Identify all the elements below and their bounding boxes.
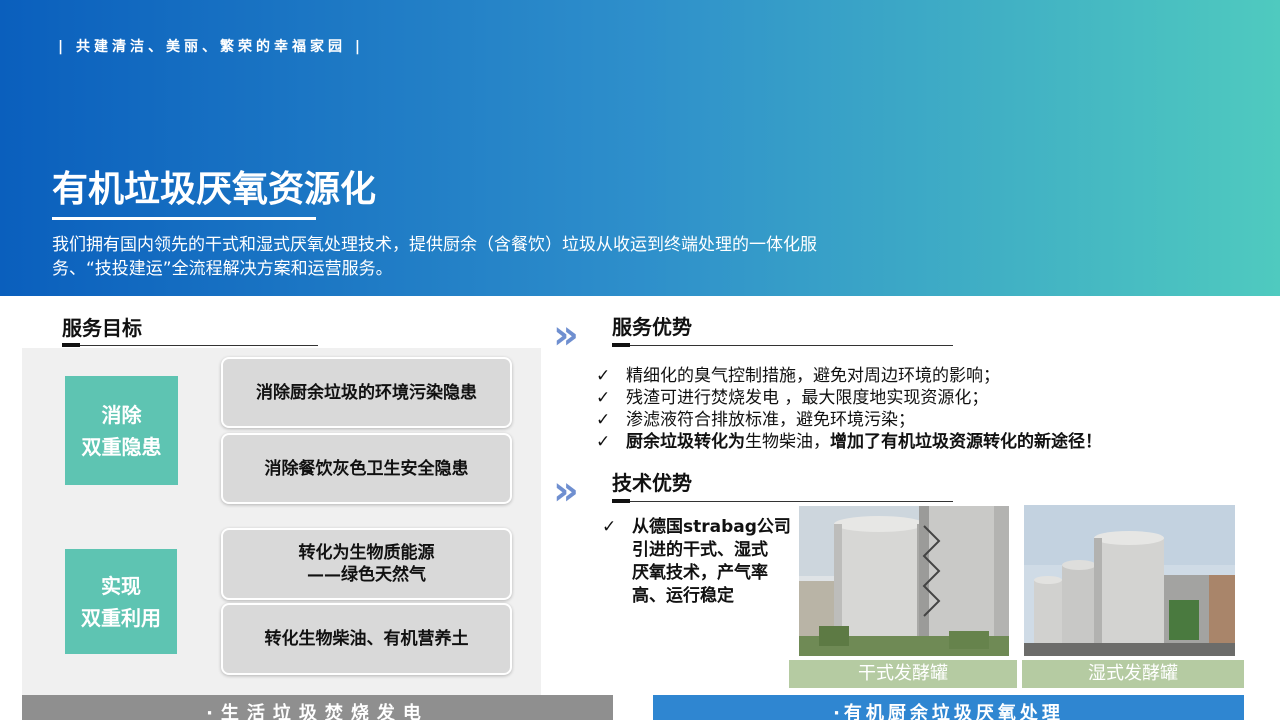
list-item-text: 渗滤液符合排放标准，避免环境污染； bbox=[626, 410, 915, 430]
goal-tag-line: 实现 bbox=[101, 573, 141, 598]
check-icon: ✓ bbox=[596, 410, 611, 430]
tech-line: 引进的干式、湿式 bbox=[632, 540, 768, 560]
page-description: 我们拥有国内领先的干式和湿式厌氧处理技术，提供厨余（含餐饮）垃圾从收运到终端处理… bbox=[52, 235, 817, 279]
tech-line: 从德国strabag公司 bbox=[632, 517, 791, 537]
service-advantages-heading: 服务优势 bbox=[612, 315, 692, 339]
list-item-text: 生物柴油， bbox=[745, 432, 830, 452]
goal-item-catering: 消除餐饮灰色卫生安全隐患 bbox=[221, 433, 512, 504]
service-goals-heading: 服务目标 bbox=[62, 316, 142, 340]
service-advantages-list: ✓ 精细化的臭气控制措施，避免对周边环境的影响； ✓ 残渣可进行焚烧发电 ，最大限度… bbox=[596, 365, 1102, 453]
list-item: ✓ 精细化的臭气控制措施，避免对周边环境的影响； bbox=[596, 365, 1102, 387]
list-item-text-bold: 厨余垃圾转化为 bbox=[626, 432, 745, 452]
goal-tag-line: 消除 bbox=[101, 402, 142, 427]
slogan: | 共建清洁、美丽、繁荣的幸福家园 | bbox=[58, 39, 364, 55]
service-advantages-rule bbox=[612, 345, 953, 346]
tech-advantages-heading: 技术优势 bbox=[612, 471, 692, 495]
check-icon: ✓ bbox=[596, 388, 611, 408]
service-goals-rule-mark bbox=[62, 343, 80, 347]
list-item-text: 残渣可进行焚烧发电 ，最大限度地实现资源化； bbox=[626, 388, 989, 408]
dry-fermentation-tank-photo bbox=[799, 506, 1009, 656]
list-item-text-bold: 增加了有机垃圾资源转化的新途径！ bbox=[830, 432, 1102, 452]
goal-tag-eliminate: 消除 双重隐患 bbox=[65, 376, 178, 485]
tech-line: 高、运行稳定 bbox=[632, 586, 734, 606]
page-title: 有机垃圾厌氧资源化 bbox=[52, 169, 377, 210]
title-underline bbox=[52, 217, 316, 220]
goal-tag-line: 双重利用 bbox=[81, 605, 161, 630]
list-item: ✓ 残渣可进行焚烧发电 ，最大限度地实现资源化； bbox=[596, 387, 1102, 409]
list-item-text: 精细化的臭气控制措施，避免对周边环境的影响； bbox=[626, 366, 1000, 386]
goal-item-kitchen-waste: 消除厨余垃圾的环境污染隐患 bbox=[221, 357, 512, 428]
check-icon: ✓ bbox=[596, 432, 611, 452]
tech-advantages-text: ✓ 从德国strabag公司 引进的干式、湿式 厌氧技术，产气率 高、运行稳定 bbox=[602, 516, 792, 608]
tech-advantages-rule bbox=[612, 501, 953, 502]
service-advantages-rule-mark bbox=[612, 343, 630, 347]
tab-waste-incineration[interactable]: ·生活垃圾焚烧发电 bbox=[22, 695, 613, 720]
list-item: ✓ 渗滤液符合排放标准，避免环境污染； bbox=[596, 409, 1102, 431]
tab-anaerobic-treatment[interactable]: ·有机厨余垃圾厌氧处理 bbox=[653, 695, 1244, 720]
hero-banner: | 共建清洁、美丽、繁荣的幸福家园 | 有机垃圾厌氧资源化 我们拥有国内领先的干… bbox=[0, 0, 1280, 296]
goal-item-line: 转化为生物质能源 bbox=[298, 543, 435, 563]
goal-item-line: ——绿色天然气 bbox=[307, 565, 426, 585]
list-item: ✓ 厨余垃圾转化为生物柴油，增加了有机垃圾资源转化的新途径！ bbox=[596, 431, 1102, 453]
tech-advantages-rule-mark bbox=[612, 499, 630, 503]
tech-line: 厌氧技术，产气率 bbox=[632, 563, 768, 583]
goal-item-biodiesel: 转化生物柴油、有机营养土 bbox=[221, 603, 512, 675]
wet-fermentation-tank-photo bbox=[1024, 505, 1235, 656]
goal-item-biomass: 转化为生物质能源 ——绿色天然气 bbox=[221, 528, 512, 600]
goal-tag-line: 双重隐患 bbox=[81, 434, 162, 459]
service-goals-rule bbox=[62, 345, 318, 346]
check-icon: ✓ bbox=[602, 517, 617, 537]
goal-tag-utilize: 实现 双重利用 bbox=[65, 549, 177, 654]
check-icon: ✓ bbox=[596, 366, 611, 386]
dry-fermentation-caption: 干式发酵罐 bbox=[789, 660, 1017, 688]
chevron-double-right-icon: » bbox=[553, 468, 579, 514]
chevron-double-right-icon: » bbox=[553, 312, 579, 358]
wet-fermentation-caption: 湿式发酵罐 bbox=[1022, 660, 1244, 688]
